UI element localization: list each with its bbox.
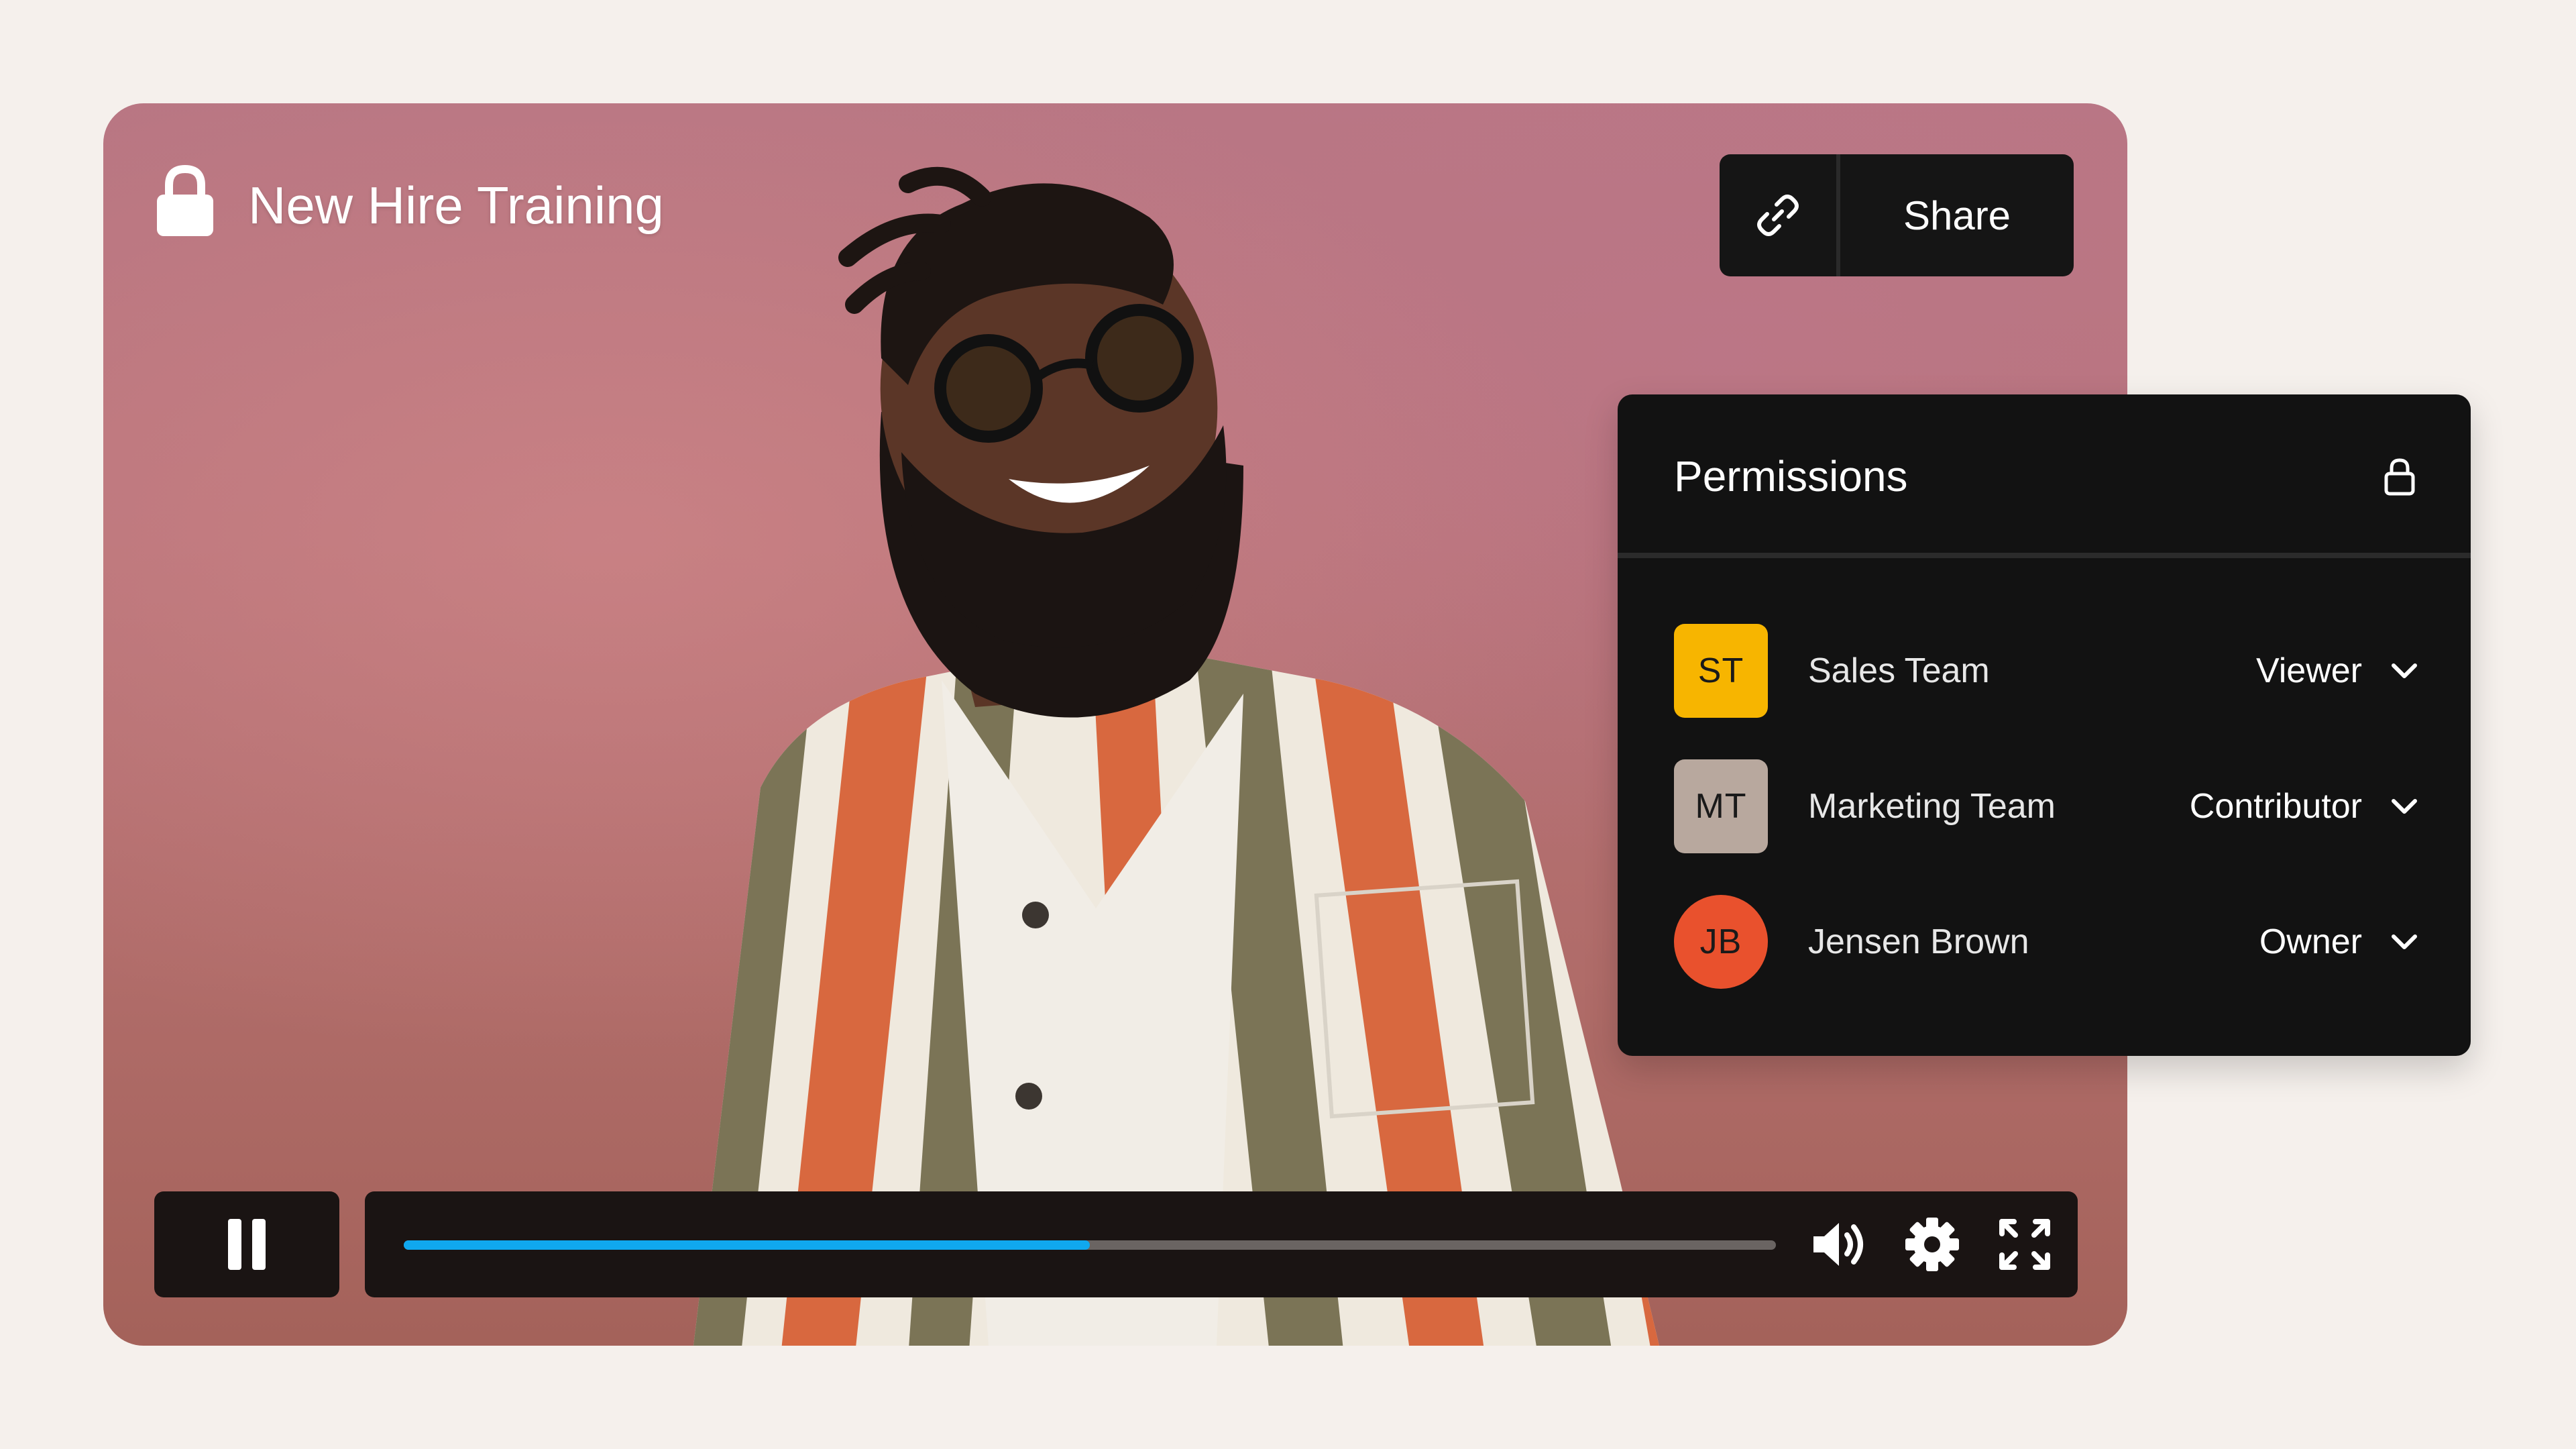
- progress-fill: [404, 1240, 1090, 1250]
- member-row: MT Marketing Team Contributor: [1674, 759, 2418, 853]
- avatar: ST: [1674, 624, 1768, 718]
- role-label: Viewer: [2255, 651, 2362, 690]
- gear-icon: [1905, 1218, 1959, 1271]
- member-name: Sales Team: [1808, 651, 1990, 690]
- member-name: Jensen Brown: [1808, 922, 2029, 961]
- member-name: Marketing Team: [1808, 787, 2056, 826]
- lock-icon: [2384, 458, 2415, 496]
- lock-icon: [157, 164, 213, 236]
- chevron-down-icon: [2392, 934, 2417, 949]
- divider: [1618, 553, 2471, 558]
- permissions-panel: Permissions ST Sales Team Viewer MT Mark…: [1618, 394, 2471, 1056]
- stage: New Hire Training Share Permissions ST S…: [0, 0, 2576, 1449]
- role-dropdown[interactable]: Contributor: [2190, 780, 2418, 833]
- role-dropdown[interactable]: Owner: [2259, 915, 2418, 969]
- pause-button[interactable]: [154, 1191, 339, 1297]
- role-label: Contributor: [2189, 787, 2362, 826]
- volume-button[interactable]: [1811, 1218, 1868, 1271]
- role-dropdown[interactable]: Viewer: [2256, 644, 2418, 698]
- progress-bar[interactable]: [404, 1240, 1776, 1250]
- settings-button[interactable]: [1903, 1218, 1961, 1271]
- link-icon: [1757, 195, 1799, 236]
- role-label: Owner: [2259, 922, 2362, 961]
- volume-icon: [1813, 1223, 1863, 1266]
- avatar: MT: [1674, 759, 1768, 853]
- share-button[interactable]: Share: [1840, 154, 2074, 276]
- controls-bar: [365, 1191, 2078, 1297]
- fullscreen-button[interactable]: [1996, 1218, 2054, 1271]
- permissions-title: Permissions: [1674, 452, 1908, 500]
- pause-icon: [228, 1219, 266, 1270]
- member-row: ST Sales Team Viewer: [1674, 624, 2418, 718]
- avatar: JB: [1674, 895, 1768, 989]
- chevron-down-icon: [2392, 799, 2417, 814]
- chevron-down-icon: [2392, 663, 2417, 678]
- member-row: JB Jensen Brown Owner: [1674, 895, 2418, 989]
- fullscreen-icon: [1999, 1219, 2050, 1270]
- copy-link-button[interactable]: [1720, 154, 1840, 276]
- share-group: Share: [1720, 154, 2074, 276]
- video-title: New Hire Training: [248, 176, 664, 235]
